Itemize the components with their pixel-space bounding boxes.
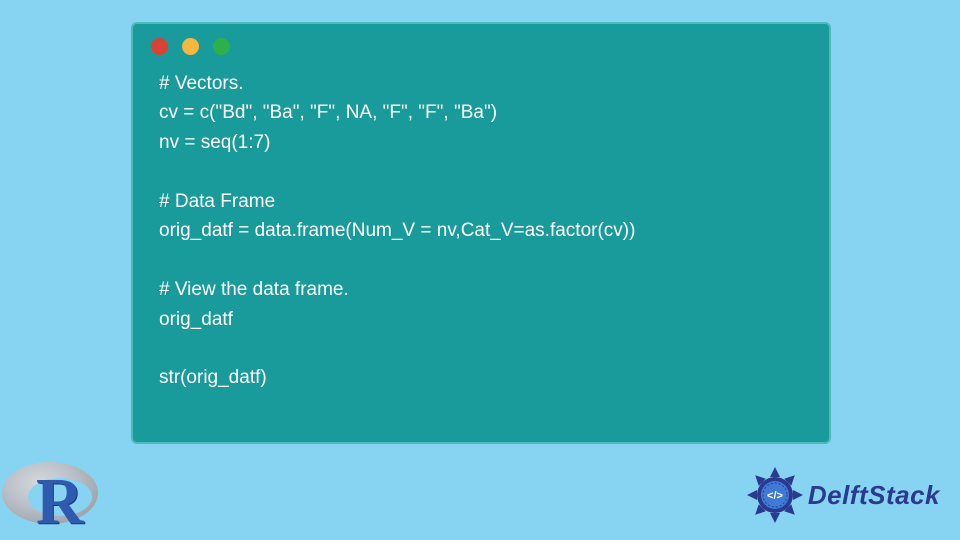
r-language-logo: R [0, 456, 110, 536]
code-line: str(orig_datf) [159, 367, 267, 388]
delftstack-badge-icon: </> [746, 466, 804, 524]
code-line: orig_datf = data.frame(Num_V = nv,Cat_V=… [159, 220, 635, 241]
code-line: # Data Frame [159, 191, 275, 212]
delftstack-logo: </> DelftStack [746, 466, 940, 524]
code-line: nv = seq(1:7) [159, 132, 270, 153]
maximize-icon[interactable] [213, 38, 230, 55]
delftstack-label: DelftStack [808, 480, 940, 511]
code-line: cv = c("Bd", "Ba", "F", NA, "F", "F", "B… [159, 102, 497, 123]
code-line: orig_datf [159, 309, 233, 330]
code-content: # Vectors. cv = c("Bd", "Ba", "F", NA, "… [133, 61, 829, 411]
code-line: # View the data frame. [159, 279, 349, 300]
svg-text:</>: </> [767, 490, 783, 502]
close-icon[interactable] [151, 38, 168, 55]
minimize-icon[interactable] [182, 38, 199, 55]
window-controls [133, 24, 829, 61]
code-window: # Vectors. cv = c("Bd", "Ba", "F", NA, "… [131, 22, 831, 444]
r-logo-letter: R [36, 464, 82, 540]
code-line: # Vectors. [159, 73, 244, 94]
